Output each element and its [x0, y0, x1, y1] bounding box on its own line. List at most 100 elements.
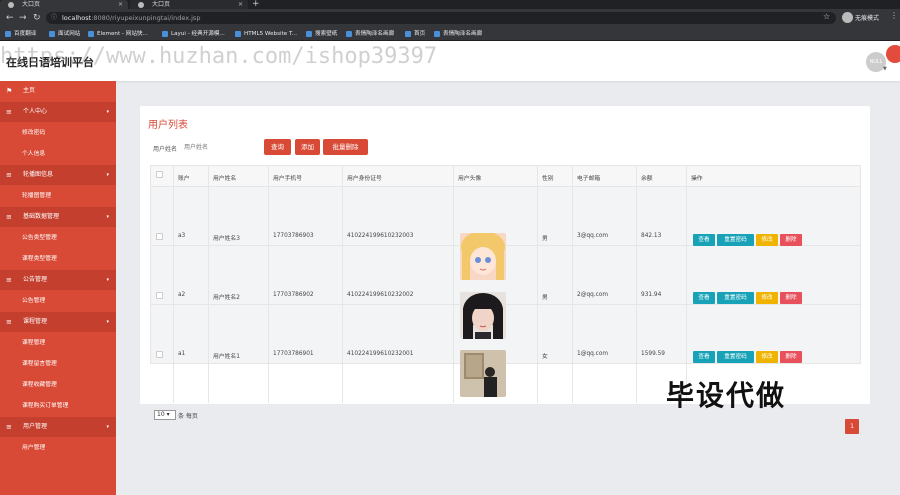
anime-portrait-image	[460, 233, 506, 280]
bookmark-favicon-icon	[434, 31, 440, 37]
column-divider	[453, 165, 454, 403]
flag-icon: ⚑	[6, 87, 13, 95]
pagination-page-button[interactable]: 1	[845, 419, 859, 434]
sidebar-item-course-types[interactable]: 课程类型管理	[0, 249, 116, 269]
sidebar-item-label: 公告管理	[23, 276, 48, 283]
site-info-icon[interactable]: ⓘ	[51, 12, 57, 24]
sidebar-item-course-manage[interactable]: 课程管理	[0, 333, 116, 353]
view-button[interactable]: 查看	[693, 292, 715, 304]
browser-tab[interactable]: 大口页 ✕	[0, 0, 128, 9]
forward-icon[interactable]: →	[19, 13, 27, 23]
sidebar-item-profile[interactable]: 个人信息	[0, 144, 116, 164]
sidebar-item-carousel-manage[interactable]: 轮播图管理	[0, 186, 116, 206]
url-host: localhost	[62, 14, 92, 22]
chevron-down-icon: ▾	[106, 109, 109, 115]
batch-delete-button[interactable]: 批量删除	[323, 139, 368, 155]
bookmark-item[interactable]: HTML5 Website T...	[235, 29, 297, 39]
cell-email: 3@qq.com	[577, 233, 609, 239]
menu-icon: ≡	[6, 276, 12, 284]
sidebar-item-user-manage[interactable]: 用户管理	[0, 438, 116, 458]
page-title: 用户列表	[148, 120, 188, 131]
url-path: :8080/riyupeixunpingtai/index.jsp	[91, 14, 201, 22]
url-field[interactable]: ⓘ localhost:8080/riyupeixunpingtai/index.…	[46, 12, 836, 24]
delete-button[interactable]: 删除	[780, 234, 802, 246]
bookmark-item[interactable]: Element - 网站快...	[88, 29, 148, 39]
user-avatar-image	[460, 233, 506, 280]
profile-avatar-icon[interactable]	[842, 12, 853, 23]
menu-icon: ≡	[6, 108, 12, 116]
sidebar-group-personal[interactable]: ≡ 个人中心 ▾	[0, 102, 116, 122]
cell-phone: 17703786901	[273, 351, 314, 357]
browser-tab[interactable]: 大口页 ✕	[130, 0, 248, 9]
sidebar-item-notice-manage[interactable]: 公告管理	[0, 291, 116, 311]
bookmark-item[interactable]: 表情陶泽名画廊	[434, 29, 482, 39]
edit-button[interactable]: 修改	[756, 234, 778, 246]
view-button[interactable]: 查看	[693, 351, 715, 363]
view-button[interactable]: 查看	[693, 234, 715, 246]
sidebar-group-carousel[interactable]: ≡ 轮播图信息 ▾	[0, 165, 116, 185]
cell-name: 用户姓名1	[213, 354, 240, 360]
reset-password-button[interactable]: 重置密码	[717, 234, 754, 246]
sidebar-group-users[interactable]: ≡ 用户管理 ▾	[0, 417, 116, 437]
sidebar-item-home[interactable]: ⚑ 主页	[0, 81, 116, 101]
sidebar-item-course-favorites[interactable]: 课程收藏管理	[0, 375, 116, 395]
bookmark-item[interactable]: 面试网站	[49, 29, 80, 39]
search-button[interactable]: 查询	[264, 139, 291, 155]
sidebar-item-change-password[interactable]: 修改密码	[0, 123, 116, 143]
page-size-select[interactable]: 10 ▾	[154, 410, 176, 420]
row-checkbox[interactable]	[156, 233, 163, 240]
bookmark-item[interactable]: 表情陶泽名画廊	[346, 29, 394, 39]
bookmark-star-icon[interactable]: ☆	[823, 12, 830, 21]
search-label: 用户姓名	[153, 146, 178, 153]
select-all-checkbox[interactable]	[156, 171, 163, 178]
page-size-value: 10	[157, 411, 165, 418]
cell-account: a3	[178, 233, 186, 239]
cell-email: 1@qq.com	[577, 351, 609, 357]
user-list-panel: 用户列表 用户姓名 查询 添加 批量删除 账户 用户姓名 用户手机号 用户身份证…	[140, 106, 870, 434]
sidebar-group-notice[interactable]: ≡ 公告管理 ▾	[0, 270, 116, 290]
sidebar-group-course[interactable]: ≡ 课程管理 ▾	[0, 312, 116, 332]
edit-button[interactable]: 修改	[756, 351, 778, 363]
close-tab-icon[interactable]: ✕	[238, 0, 243, 9]
bookmark-label: 表情陶泽名画廊	[355, 31, 395, 37]
sidebar-item-course-orders[interactable]: 课程购买订单管理	[0, 396, 116, 416]
row-checkbox[interactable]	[156, 351, 163, 358]
sidebar-group-basic-data[interactable]: ≡ 基础数据管理 ▾	[0, 207, 116, 227]
app-header: 在线日语培训平台 NULL ▼	[0, 41, 900, 81]
cell-gender: 女	[542, 354, 548, 360]
overlay-caption: 毕设代做	[666, 379, 787, 412]
avatar-dropdown-icon[interactable]: ▼	[883, 66, 887, 72]
edit-button[interactable]: 修改	[756, 292, 778, 304]
close-tab-icon[interactable]: ✕	[118, 0, 123, 9]
sidebar-item-label: 个人中心	[23, 108, 48, 115]
delete-button[interactable]: 删除	[780, 292, 802, 304]
cell-gender: 男	[542, 295, 548, 301]
cell-phone: 17703786902	[273, 292, 314, 298]
cell-balance: 931.94	[641, 292, 662, 298]
row-checkbox[interactable]	[156, 292, 163, 299]
sidebar-item-course-comments[interactable]: 课程留言管理	[0, 354, 116, 374]
bookmark-item[interactable]: Layui - 经典开源模...	[162, 29, 225, 39]
column-header: 电子邮箱	[577, 176, 601, 182]
back-icon[interactable]: ←	[6, 13, 14, 23]
chevron-down-icon: ▾	[106, 319, 109, 325]
user-avatar-image	[460, 292, 506, 339]
sidebar-item-label: 基础数据管理	[23, 213, 60, 220]
bookmark-item[interactable]: 首页	[405, 29, 425, 39]
reset-password-button[interactable]: 重置密码	[717, 292, 754, 304]
reload-icon[interactable]: ↻	[33, 13, 41, 23]
column-divider	[537, 165, 538, 403]
sidebar-item-label: 主页	[23, 87, 36, 94]
add-button[interactable]: 添加	[295, 139, 320, 155]
delete-button[interactable]: 删除	[780, 351, 802, 363]
bookmark-item[interactable]: 百度翻译	[5, 29, 36, 39]
reset-password-button[interactable]: 重置密码	[717, 351, 754, 363]
new-tab-icon[interactable]: +	[252, 0, 260, 9]
column-divider	[572, 165, 573, 403]
sidebar-item-notice-types[interactable]: 公告类型管理	[0, 228, 116, 248]
bookmark-item[interactable]: 搜索壁纸	[306, 29, 337, 39]
search-input[interactable]	[184, 140, 254, 154]
column-divider	[686, 165, 687, 403]
browser-menu-icon[interactable]: ⋮	[890, 11, 898, 20]
app-brand: 在线日语培训平台	[6, 56, 94, 69]
